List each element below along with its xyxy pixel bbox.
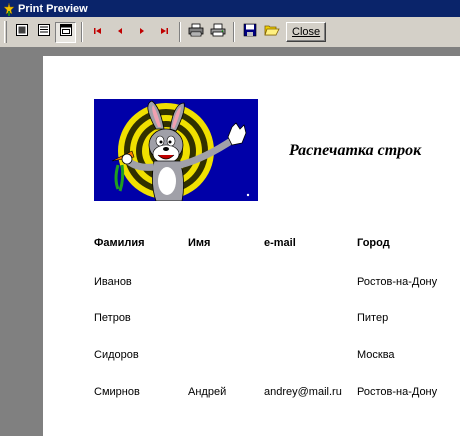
table-cell-city: Москва [357,349,395,361]
prev-page-icon [115,23,125,41]
page-width-button[interactable] [55,21,76,43]
last-page-icon [159,23,169,41]
one-page-icon [15,23,29,42]
next-page-icon [137,23,147,41]
print-icon [210,23,226,42]
open-icon [263,23,280,42]
table-cell-surname: Сидоров [94,349,139,361]
report-title: Распечатка строк [289,142,422,159]
open-button[interactable] [261,22,282,43]
print-setup-icon [188,23,204,42]
two-pages-icon [37,23,51,42]
table-cell-surname: Иванов [94,276,132,288]
preview-toolbar: Close [0,17,460,48]
toolbar-grip[interactable] [4,21,7,43]
table-cell-city: Ростов-на-Дону [357,276,438,288]
column-header-name: Имя [188,237,211,249]
table-cell-city: Ростов-на-Дону [357,386,438,398]
table-cell-surname: Петров [94,312,131,324]
first-page-button[interactable] [87,22,108,43]
toolbar-separator [81,22,83,42]
window-title: Print Preview [18,2,88,15]
toolbar-separator [179,22,181,42]
print-preview-app-icon [2,2,16,16]
two-pages-button[interactable] [33,22,54,43]
column-header-surname: Фамилия [94,237,145,249]
page-width-icon [59,23,73,42]
save-button[interactable] [239,22,260,43]
one-page-button[interactable] [11,22,32,43]
report-logo-image [94,99,258,202]
first-page-icon [93,23,103,41]
table-cell-city: Питер [357,312,389,324]
next-page-button[interactable] [131,22,152,43]
table-cell-surname: Смирнов [94,386,140,398]
table-cell-email: andrey@mail.ru [264,386,342,398]
close-button[interactable]: Close [286,22,327,42]
prev-page-button[interactable] [109,22,130,43]
last-page-button[interactable] [153,22,174,43]
save-icon [243,23,257,42]
toolbar-separator [233,22,235,42]
column-header-email: e-mail [264,237,296,249]
preview-page[interactable]: Распечатка строк Фамилия Имя e-mail Горо… [43,56,460,436]
table-cell-name: Андрей [188,386,227,398]
print-setup-button[interactable] [185,22,206,43]
print-button[interactable] [207,22,228,43]
column-header-city: Город [357,237,390,249]
title-bar: Print Preview [0,0,460,17]
